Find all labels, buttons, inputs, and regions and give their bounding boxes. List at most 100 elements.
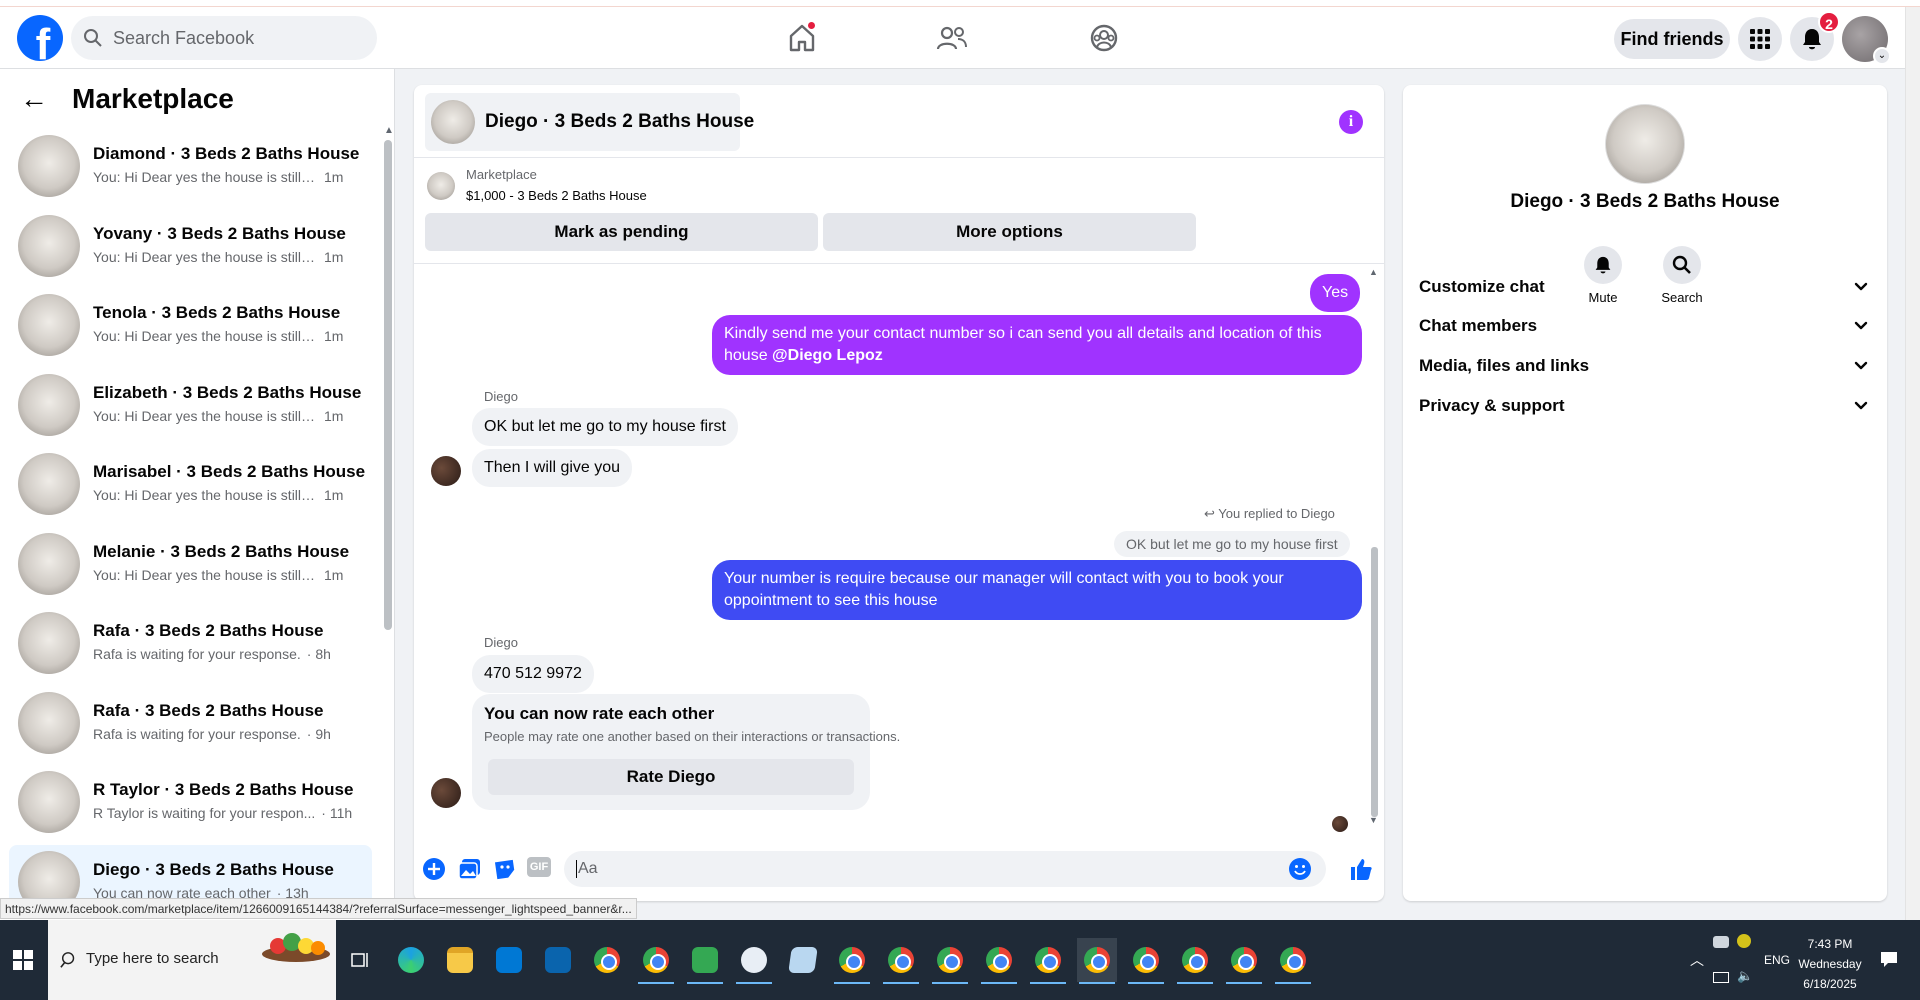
chat-header[interactable]: Diego · 3 Beds 2 Baths House xyxy=(425,93,754,151)
conversation-item[interactable]: Melanie · 3 Beds 2 Baths House You: Hi De… xyxy=(9,527,372,601)
taskbar-app-chrome-6[interactable] xyxy=(1077,938,1117,984)
quoted-message[interactable]: OK but let me go to my house first xyxy=(1114,531,1350,557)
chat-scroll-thumb[interactable] xyxy=(1371,547,1378,817)
chat-title: Diego · 3 Beds 2 Baths House xyxy=(485,111,755,132)
conversation-item[interactable]: Elizabeth · 3 Beds 2 Baths House You: Hi … xyxy=(9,368,372,442)
more-options-button[interactable]: More options xyxy=(823,213,1196,251)
info-icon[interactable]: i xyxy=(1339,110,1363,134)
conversation-time: 1m xyxy=(324,407,344,424)
find-friends-button[interactable]: Find friends xyxy=(1614,19,1730,59)
notifications-button[interactable]: 2 xyxy=(1790,11,1840,61)
conversation-name: Melanie · 3 Beds 2 Baths House xyxy=(93,541,350,561)
back-arrow-icon[interactable]: ← xyxy=(20,83,50,115)
taskbar-app-explorer[interactable] xyxy=(440,938,480,982)
seen-indicator-avatar xyxy=(1332,816,1348,832)
sidebar-title: Marketplace xyxy=(72,83,234,114)
message-bubble-outgoing[interactable]: Kindly send me your contact number so i … xyxy=(712,315,1362,375)
gif-icon[interactable]: GIF xyxy=(527,857,551,877)
message-input[interactable]: Aa xyxy=(564,851,1326,887)
taskbar-app-outlook[interactable] xyxy=(538,938,578,982)
sender-avatar[interactable] xyxy=(431,456,461,486)
divider xyxy=(414,263,1384,264)
plus-circle-icon[interactable] xyxy=(421,856,447,882)
message-bubble-incoming[interactable]: 470 512 9972 xyxy=(472,655,594,693)
reply-note: ↩ You replied to Diego xyxy=(1204,506,1335,522)
taskbar-app-chrome-8[interactable] xyxy=(1175,938,1215,984)
search-input[interactable]: Search Facebook xyxy=(113,28,254,49)
conversation-avatar xyxy=(18,135,80,197)
scroll-down-arrow-icon[interactable]: ▼ xyxy=(1369,815,1378,825)
nav-home[interactable] xyxy=(785,20,819,54)
taskbar-app-chrome-4[interactable] xyxy=(979,938,1019,984)
mention[interactable]: @Diego Lepoz xyxy=(772,347,883,364)
onedrive-icon[interactable] xyxy=(1713,936,1729,948)
windows-start-icon[interactable] xyxy=(13,950,33,970)
clock-date: 6/18/2025 xyxy=(1803,977,1857,991)
network-icon[interactable] xyxy=(1713,972,1729,983)
conversation-item[interactable]: Diamond · 3 Beds 2 Baths House You: Hi De… xyxy=(9,129,372,203)
nav-groups[interactable] xyxy=(1087,22,1121,54)
taskbar-app-sheets[interactable] xyxy=(685,938,725,984)
taskbar-app-chrome-gmail[interactable] xyxy=(636,938,676,984)
emoji-icon[interactable] xyxy=(1288,857,1312,881)
conversation-item[interactable]: Yovany · 3 Beds 2 Baths House You: Hi Dea… xyxy=(9,209,372,283)
conversation-time: · 8h xyxy=(306,646,331,662)
photo-icon[interactable] xyxy=(457,856,483,882)
taskbar-app-chrome[interactable] xyxy=(587,938,627,982)
info-section-row[interactable]: Chat members xyxy=(1419,306,1871,346)
message-bubble-outgoing[interactable]: Yes xyxy=(1310,274,1361,312)
taskbar-app-chrome-1[interactable] xyxy=(832,938,872,984)
conversation-item[interactable]: Rafa · 3 Beds 2 Baths House Rafa is waiti… xyxy=(9,686,372,760)
rate-button[interactable]: Rate Diego xyxy=(488,759,854,795)
message-bubble-outgoing[interactable]: Your number is require because our manag… xyxy=(712,560,1362,620)
scroll-up-arrow-icon[interactable]: ▲ xyxy=(384,125,394,136)
sidebar-scroll-thumb[interactable] xyxy=(384,140,392,630)
taskbar-app-chrome-9[interactable] xyxy=(1224,938,1264,984)
sticker-icon[interactable] xyxy=(492,856,518,882)
active-indicator xyxy=(834,982,870,984)
conversation-item[interactable]: Marisabel · 3 Beds 2 Baths House You: Hi … xyxy=(9,447,372,521)
account-chevron-icon[interactable]: ⌄ xyxy=(1873,47,1891,65)
taskbar-app-notes[interactable] xyxy=(783,938,823,982)
info-section-row[interactable]: Privacy & support xyxy=(1419,386,1871,426)
mark-pending-button[interactable]: Mark as pending xyxy=(425,213,818,251)
conversation-item[interactable]: Rafa · 3 Beds 2 Baths House Rafa is waiti… xyxy=(9,606,372,680)
taskbar-search[interactable]: Type here to search xyxy=(48,920,336,1000)
sender-avatar[interactable] xyxy=(431,778,461,808)
nav-friends[interactable] xyxy=(935,22,969,54)
status-tray-icon[interactable] xyxy=(1737,934,1751,948)
scroll-up-arrow-icon[interactable]: ▲ xyxy=(1369,267,1378,277)
search-icon xyxy=(84,29,102,47)
taskbar-app-chrome-5[interactable] xyxy=(1028,938,1068,984)
task-view-icon[interactable] xyxy=(350,950,370,970)
taskbar-app-chrome-3[interactable] xyxy=(930,938,970,984)
message-bubble-incoming[interactable]: Then I will give you xyxy=(472,449,633,487)
taskbar-app-chrome-7[interactable] xyxy=(1126,938,1166,984)
info-section-row[interactable]: Media, files and links xyxy=(1419,346,1871,386)
tray-expand-chevron-icon[interactable]: ︿ xyxy=(1690,950,1704,970)
taskbar-app-paint[interactable] xyxy=(734,938,774,984)
thumbs-up-icon[interactable] xyxy=(1348,856,1374,882)
notification-center-icon[interactable] xyxy=(1880,950,1898,968)
taskbar-app-edge[interactable] xyxy=(391,938,431,982)
taskbar-app-store[interactable] xyxy=(489,938,529,982)
chat-scrollbar[interactable]: ▲ ▼ xyxy=(1369,267,1379,827)
info-section-row[interactable]: Customize chat xyxy=(1419,267,1871,307)
facebook-logo[interactable]: f xyxy=(17,15,63,61)
conversation-item[interactable]: Tenola · 3 Beds 2 Baths House You: Hi Dea… xyxy=(9,288,372,362)
volume-icon[interactable]: 🔈 xyxy=(1737,968,1753,984)
search-box[interactable]: Search Facebook xyxy=(71,16,377,60)
taskbar-app-chrome-10[interactable] xyxy=(1273,938,1313,984)
menu-button[interactable] xyxy=(1738,17,1782,61)
taskbar-clock[interactable]: 7:43 PM Wednesday 6/18/2025 xyxy=(1785,934,1875,994)
conversation-time: 1m xyxy=(324,328,344,344)
conversation-preview-text: You: Hi Dear yes the house is still a... xyxy=(93,328,318,344)
taskbar-app-chrome-2[interactable] xyxy=(881,938,921,984)
conversation-avatar[interactable] xyxy=(1605,104,1685,184)
page-scrollbar[interactable] xyxy=(1905,7,1920,920)
message-bubble-incoming[interactable]: OK but let me go to my house first xyxy=(472,408,738,446)
conversation-avatar xyxy=(18,532,80,595)
conversation-item[interactable]: R Taylor · 3 Beds 2 Baths House R Taylor … xyxy=(9,765,372,839)
sidebar-scrollbar[interactable]: ▲ xyxy=(384,125,394,920)
listing-title[interactable]: $1,000 - 3 Beds 2 Baths House xyxy=(466,188,647,203)
